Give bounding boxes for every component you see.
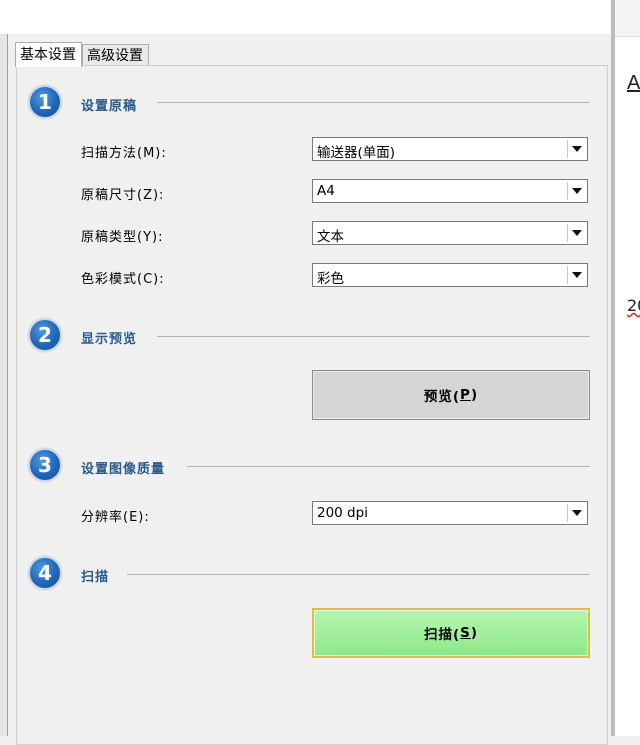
preview-button-close: ) — [470, 387, 479, 403]
preview-button-accesskey: P — [460, 387, 471, 403]
tab-basic-settings[interactable]: 基本设置 — [15, 42, 82, 67]
section-title-preview: 显示预览 — [81, 332, 138, 347]
background-window: A 20扫 — [615, 0, 640, 736]
step-2-badge-icon: 2 — [28, 318, 62, 352]
color-mode-label: 色彩模式(C): — [81, 272, 165, 287]
scan-button-close: ) — [470, 625, 479, 641]
section-divider — [157, 102, 590, 103]
step-1-badge-icon: 1 — [28, 85, 62, 119]
original-type-label: 原稿类型(Y): — [81, 230, 164, 245]
resolution-value: 200 dpi — [317, 505, 368, 521]
chevron-down-icon[interactable] — [567, 224, 585, 242]
section-divider — [157, 336, 590, 337]
scan-button-label: 扫描( — [423, 627, 461, 643]
step-4-badge-icon: 4 — [28, 556, 62, 590]
background-text: A — [627, 72, 640, 94]
scan-button-accesskey: S — [460, 625, 471, 641]
chevron-down-icon[interactable] — [567, 504, 585, 522]
step-3-badge-icon: 3 — [28, 448, 62, 482]
chevron-down-icon[interactable] — [567, 266, 585, 284]
background-toolbar — [615, 0, 640, 37]
background-text: 20扫 — [627, 296, 640, 315]
original-size-value: A4 — [317, 183, 335, 199]
resolution-select[interactable]: 200 dpi — [312, 501, 588, 525]
chevron-down-icon[interactable] — [567, 182, 585, 200]
scan-button[interactable]: 扫描(S) — [312, 608, 590, 658]
section-title-quality: 设置图像质量 — [81, 462, 166, 477]
tab-advanced-settings[interactable]: 高级设置 — [82, 44, 149, 66]
scan-method-select[interactable]: 输送器(单面) — [312, 137, 588, 161]
original-type-select[interactable]: 文本 — [312, 221, 588, 245]
chevron-down-icon[interactable] — [567, 140, 585, 158]
section-title-scan: 扫描 — [81, 570, 110, 585]
color-mode-select[interactable]: 彩色 — [312, 263, 588, 287]
original-size-label: 原稿尺寸(Z): — [81, 188, 165, 203]
section-divider — [127, 574, 590, 575]
section-divider — [187, 466, 590, 467]
original-size-select[interactable]: A4 — [312, 179, 588, 203]
title-bar — [0, 0, 614, 34]
preview-button[interactable]: 预览(P) — [312, 370, 590, 420]
window-left-edge — [0, 34, 8, 736]
section-title-original: 设置原稿 — [81, 99, 138, 114]
scan-method-label: 扫描方法(M): — [81, 146, 167, 161]
scan-method-value: 输送器(单面) — [317, 145, 396, 161]
color-mode-value: 彩色 — [317, 271, 344, 287]
original-type-value: 文本 — [317, 229, 344, 245]
preview-button-label: 预览( — [423, 389, 461, 405]
resolution-label: 分辨率(E): — [81, 510, 150, 525]
